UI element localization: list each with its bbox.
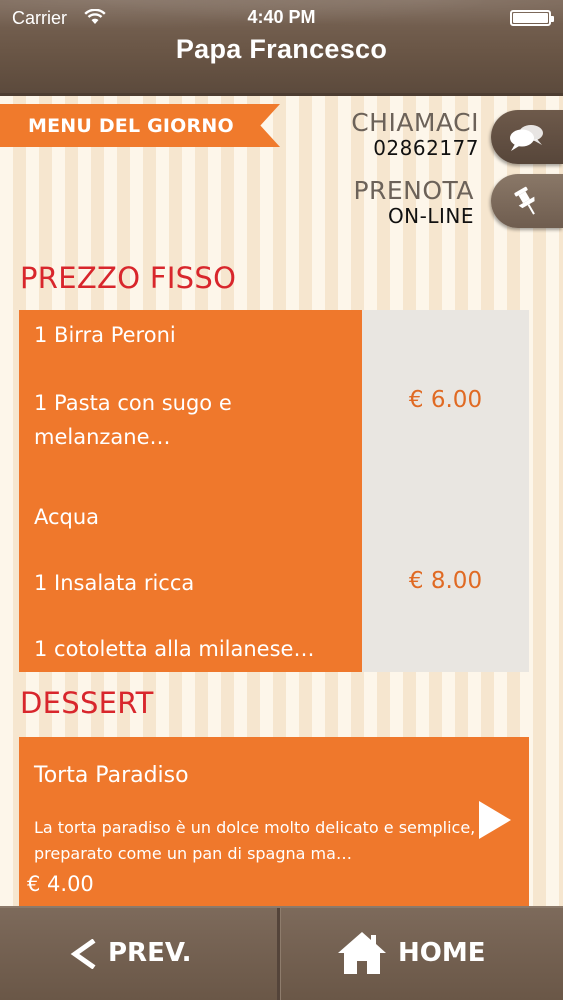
battery-icon [510,10,554,26]
call-number[interactable]: 02862177 [373,136,479,160]
speech-bubbles-icon [510,125,543,151]
status-bar: Carrier 4:40 PM [0,6,563,30]
dessert-description: La torta paradiso è un dolce molto delic… [34,818,476,863]
menu-del-giorno-ribbon: MENU DEL GIORNO [0,104,280,147]
fixed-menu-row[interactable]: Acqua 1 Insalata ricca 1 cotoletta alla … [19,490,529,672]
top-bar: Carrier 4:40 PM Papa Francesco [0,0,563,96]
dessert-price: € 4.00 [27,872,94,896]
status-time: 4:40 PM [247,7,316,27]
chevron-left-icon [70,939,96,969]
menu-price: € 8.00 [408,568,483,594]
prev-label: PREV. [108,938,192,968]
page-title: Papa Francesco [175,34,388,64]
menu-price-cell: € 8.00 [362,490,529,672]
ribbon-label: MENU DEL GIORNO [28,115,234,137]
home-label: HOME [398,938,486,968]
menu-items-cell: Acqua 1 Insalata ricca 1 cotoletta alla … [19,490,362,672]
menu-item: 1 cotoletta alla milanese… [34,637,315,661]
menu-item: 1 Birra Peroni [34,323,176,347]
booking-subtitle: ON-LINE [387,204,474,228]
play-arrow-icon[interactable] [479,801,511,839]
dessert-item-card[interactable]: Torta Paradiso La torta paradiso è un do… [19,737,529,907]
fixed-menu-row[interactable]: 1 Birra Peroni 1 Pasta con sugo e melanz… [19,310,529,490]
call-button[interactable] [491,110,563,164]
menu-item: melanzane… [34,425,171,449]
call-title: CHIAMACI [351,108,479,137]
home-button[interactable]: HOME [280,908,563,1000]
dessert-name: Torta Paradiso [34,763,189,788]
menu-price-cell: € 6.00 [362,310,529,490]
book-online-button[interactable] [491,174,563,228]
prev-button[interactable]: PREV. [0,908,278,1000]
booking-title: PRENOTA [353,176,474,205]
section-title-prezzo-fisso: PREZZO FISSO [20,261,237,295]
pushpin-icon [514,186,535,215]
menu-item: Acqua [34,505,100,529]
menu-items-cell: 1 Birra Peroni 1 Pasta con sugo e melanz… [19,310,362,490]
menu-item: 1 Insalata ricca [34,571,195,595]
home-icon [338,932,386,974]
fixed-price-table: 1 Birra Peroni 1 Pasta con sugo e melanz… [19,310,529,672]
section-title-dessert: DESSERT [20,686,154,720]
menu-price: € 6.00 [408,387,483,413]
bottom-nav-bar: PREV. HOME [0,906,563,1000]
menu-item: 1 Pasta con sugo e [34,391,232,415]
